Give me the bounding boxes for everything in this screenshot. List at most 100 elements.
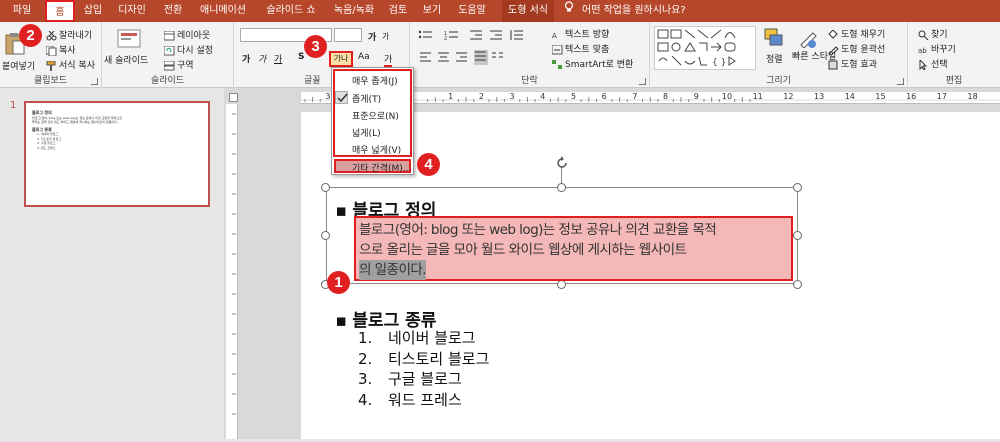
new-slide-icon[interactable] — [116, 28, 142, 55]
ruler-label: 8 — [663, 92, 669, 101]
rotate-handle-icon[interactable] — [555, 156, 569, 170]
resize-handle[interactable] — [557, 183, 566, 192]
grow-font-button[interactable]: 가 — [368, 30, 376, 43]
shape-fill-button[interactable]: 도형 채우기 — [828, 27, 885, 40]
resize-handle[interactable] — [321, 183, 330, 192]
clipboard-launcher[interactable] — [91, 78, 98, 85]
font-size-input[interactable] — [334, 28, 362, 42]
character-spacing-button[interactable]: 가나 — [329, 51, 353, 67]
italic-button[interactable]: 가 — [258, 52, 266, 65]
thumb-line: 4. 워드 프레스 — [37, 145, 56, 150]
smartart-button[interactable]: SmartArt로 변환 — [552, 57, 633, 70]
svg-text:ab: ab — [918, 47, 927, 55]
numbered-list[interactable]: 1. 네이버 블로그 2. 티스토리 블로그 3. 구글 블로그 4. 워드 프레스 — [358, 328, 489, 410]
ruler-label: 9 — [693, 92, 699, 101]
bullet-icon: ■ — [336, 204, 347, 218]
tab-view[interactable]: 보기 — [418, 0, 446, 22]
align-right-icon[interactable] — [456, 52, 468, 65]
cut-label: 잘라내기 — [59, 31, 93, 41]
callout-badge-2: 2 — [19, 24, 42, 47]
align-left-icon[interactable] — [420, 52, 432, 65]
tab-design[interactable]: 디자인 — [112, 0, 152, 22]
drawing-launcher[interactable] — [897, 78, 904, 85]
spacing-very-loose[interactable]: 매우 넓게(V) — [352, 143, 401, 156]
list-item: 4. 워드 프레스 — [358, 390, 489, 411]
format-painter-button[interactable]: 서식 복사 — [46, 58, 95, 71]
layout-label: 레이아웃 — [177, 31, 211, 41]
vertical-ruler[interactable] — [226, 104, 238, 439]
section-button[interactable]: 구역 — [163, 58, 194, 71]
resize-handle[interactable] — [557, 280, 566, 289]
paragraph-group-title: 단락 — [521, 76, 538, 86]
paste-button[interactable]: 붙여넣기 — [2, 59, 35, 72]
shape-effects-button[interactable]: 도형 효과 — [828, 57, 877, 70]
resize-handle[interactable] — [321, 231, 330, 240]
change-case-button[interactable]: Aa — [358, 52, 370, 62]
shrink-font-button[interactable]: 가 — [382, 31, 389, 42]
quick-styles-icon[interactable] — [798, 28, 818, 51]
list-text: 워드 프레스 — [388, 390, 462, 409]
shape-outline-button[interactable]: 도형 윤곽선 — [828, 42, 885, 56]
tab-insert[interactable]: 삽입 — [79, 0, 107, 22]
bullets-icon[interactable] — [418, 30, 436, 43]
tell-me-search[interactable]: 어떤 작업을 원하시나요? — [582, 0, 692, 22]
shapes-gallery[interactable]: { } — [654, 26, 756, 70]
ribbon: 붙여넣기 잘라내기 복사 서식 복사 클립보드 새 슬라이드 레이아웃 다시 설… — [0, 22, 1000, 88]
resize-handle[interactable] — [793, 183, 802, 192]
replace-button[interactable]: ab 바꾸기 — [918, 42, 956, 55]
select-button[interactable]: 선택 — [918, 57, 948, 71]
scissors-icon — [46, 30, 57, 41]
ruler-label: 6 — [601, 92, 607, 101]
underline-button[interactable]: 가 — [274, 52, 282, 65]
reset-icon — [163, 45, 175, 56]
resize-handle[interactable] — [793, 231, 802, 240]
ruler-label: 18 — [967, 92, 978, 101]
spacing-loose[interactable]: 넓게(L) — [352, 126, 381, 139]
arrange-icon[interactable] — [764, 28, 784, 51]
shadow-button[interactable]: S — [298, 52, 304, 62]
tab-review[interactable]: 검토 — [384, 0, 412, 22]
resize-handle[interactable] — [793, 280, 802, 289]
replace-icon: ab — [918, 45, 929, 55]
tab-help[interactable]: 도움말 — [452, 0, 492, 22]
align-center-icon[interactable] — [438, 52, 450, 65]
clipboard-group: 붙여넣기 잘라내기 복사 서식 복사 클립보드 — [0, 22, 102, 88]
paragraph-launcher[interactable] — [639, 78, 646, 85]
copy-button[interactable]: 복사 — [45, 43, 76, 56]
more-spacing-option[interactable]: 기타 간격(M)... — [334, 159, 411, 174]
character-spacing-dropdown: 매우 좁게(J) 좁게(T) 표준으로(N) 넓게(L) 매우 넓게(V) 기타… — [331, 67, 414, 175]
align-text-button[interactable]: 텍스트 맞춤 — [551, 42, 609, 55]
tab-transitions[interactable]: 전환 — [158, 0, 188, 22]
align-text-icon — [551, 44, 563, 55]
cut-button[interactable]: 잘라내기 — [46, 28, 92, 41]
increase-indent-icon[interactable] — [490, 30, 504, 43]
tab-animations[interactable]: 애니메이션 — [194, 0, 252, 22]
slide-thumbnail[interactable]: 블로그 정의 블로그(영어: blog 또는 web log)는 정보 공유나 … — [24, 101, 210, 207]
decrease-indent-icon[interactable] — [470, 30, 484, 43]
text-direction-button[interactable]: A 텍스트 방향 — [552, 27, 609, 40]
new-slide-button[interactable]: 새 슬라이드 — [104, 53, 148, 66]
tab-shape-format[interactable]: 도형 서식 — [502, 0, 554, 22]
font-color-button[interactable]: 가 — [384, 52, 393, 67]
reset-button[interactable]: 다시 설정 — [163, 43, 213, 56]
selected-paragraph[interactable]: 블로그(영어: blog 또는 web log)는 정보 공유나 의견 교환을 … — [354, 216, 793, 281]
ruler-label: 11 — [752, 92, 763, 101]
line-spacing-icon[interactable] — [510, 30, 524, 43]
spacing-tight[interactable]: 좁게(T) — [352, 92, 381, 105]
numbering-icon[interactable]: 12 — [444, 30, 462, 43]
tab-recording[interactable]: 녹음/녹화 — [329, 0, 379, 22]
bold-button[interactable]: 가 — [242, 52, 250, 65]
spacing-normal[interactable]: 표준으로(N) — [352, 109, 399, 122]
find-button[interactable]: 찾기 — [918, 27, 948, 40]
justify-icon[interactable] — [474, 50, 488, 65]
layout-button[interactable]: 레이아웃 — [163, 28, 211, 41]
ruler-label: 4 — [540, 92, 546, 101]
tab-home[interactable]: 홈 — [45, 0, 75, 22]
tab-file[interactable]: 파일 — [6, 0, 38, 22]
arrange-button[interactable]: 정렬 — [766, 52, 783, 65]
format-painter-label: 서식 복사 — [59, 61, 95, 71]
list-text: 티스토리 블로그 — [388, 349, 490, 368]
tab-slideshow[interactable]: 슬라이드 쇼 — [258, 0, 324, 22]
spacing-very-tight[interactable]: 매우 좁게(J) — [352, 74, 398, 87]
columns-icon[interactable] — [492, 52, 504, 65]
